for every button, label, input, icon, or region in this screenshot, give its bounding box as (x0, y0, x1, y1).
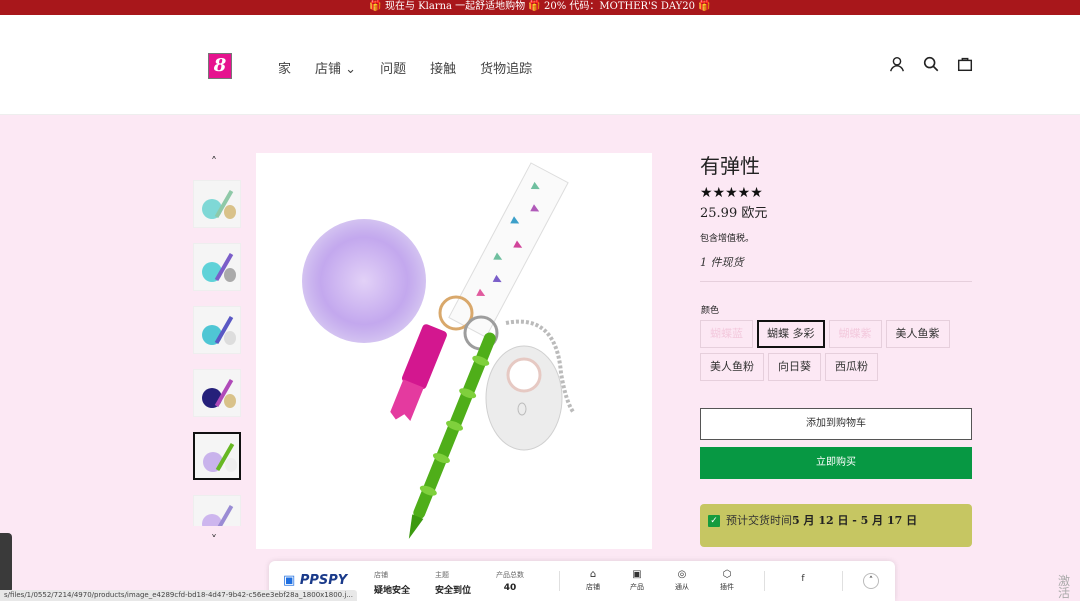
separator (764, 571, 765, 591)
color-option[interactable]: 美人鱼粉 (700, 353, 764, 381)
announcement-bar: 🎁 现在与 Klarna 一起舒适地购物 🎁 20% 代码：MOTHER'S D… (0, 0, 1080, 15)
ppspy-logo[interactable]: ▣ PPSPY (283, 573, 347, 588)
store-logo[interactable]: 8 (208, 53, 232, 79)
nav-home[interactable]: 家 (278, 58, 291, 77)
rating-stars[interactable]: ★★★★★ (700, 185, 972, 201)
activation-watermark: 激活转到 (1058, 575, 1080, 601)
thumbnail[interactable] (193, 369, 241, 417)
ppspy-toolbar: ▣ PPSPY 店铺 疑地安全 主题 安全到位 产品总数 40 ⌂ 店铺 ▣ 产品 ◎ 通从… (269, 561, 895, 601)
stat-value: 安全到位 (435, 586, 472, 596)
facebook-icon[interactable]: f (788, 574, 818, 584)
tax-note: 包含增值税。 (700, 234, 755, 244)
gallery-down-button[interactable]: ˅ (211, 533, 217, 547)
separator (559, 571, 560, 591)
thumbnail[interactable] (193, 243, 241, 291)
tool-label: 插件 (720, 583, 734, 591)
ppspy-stat-products: 产品总数 40 (496, 570, 524, 593)
keychain-illustration (302, 162, 576, 539)
stat-value: 40 (503, 583, 517, 593)
header-icons (888, 55, 974, 73)
nav-shop[interactable]: 店铺 ⌄ (315, 58, 356, 77)
ppspy-tool-products[interactable]: ▣ 产品 (622, 569, 652, 592)
color-option[interactable]: 蝴蝶蓝 (700, 320, 753, 348)
product-price: 25.99 欧元 (700, 206, 768, 221)
browser-status-url: s/files/1/0552/7214/4970/products/image_… (0, 590, 357, 601)
collapse-button[interactable]: ˄ (863, 573, 879, 589)
color-label: 颜色 (701, 306, 720, 316)
ppspy-tool-traffic[interactable]: ◎ 通从 (667, 569, 697, 592)
watermark-line1: 激活 (1058, 574, 1071, 600)
thumbnail[interactable] (193, 180, 241, 228)
ppspy-stat-theme: 主题 安全到位 (435, 570, 471, 596)
nav-tracking[interactable]: 货物追踪 (480, 58, 532, 77)
account-icon[interactable] (888, 55, 906, 73)
main-product-image[interactable] (256, 153, 652, 549)
ppspy-stat-store: 店铺 疑地安全 (374, 570, 410, 596)
bag-icon: ▣ (632, 569, 642, 580)
chevron-down-icon: ⌄ (345, 62, 357, 77)
tool-label: 产品 (630, 583, 644, 591)
thumbnail[interactable] (193, 306, 241, 354)
thumbnail-active[interactable] (193, 432, 241, 480)
stat-value: 疑地安全 (374, 586, 411, 596)
nav-shop-label: 店铺 (315, 62, 342, 77)
buy-now-button[interactable]: 立即购买 (700, 447, 972, 479)
tool-label: 通从 (675, 583, 689, 591)
delivery-prefix: 预计交货时间 (726, 514, 792, 527)
thumbnail-list (193, 180, 243, 526)
divider (700, 281, 972, 282)
nav-contact[interactable]: 接触 (430, 58, 456, 77)
ppspy-tool-store[interactable]: ⌂ 店铺 (578, 569, 608, 592)
thumbnail[interactable] (193, 495, 241, 526)
separator (842, 571, 843, 591)
stock-status: 1 件现货 (700, 256, 744, 269)
color-option[interactable]: 蝴蝶紫 (828, 320, 882, 348)
color-option[interactable]: 美人鱼紫 (885, 320, 950, 348)
search-icon[interactable] (922, 55, 940, 73)
color-option-selected[interactable]: 蝴蝶 多彩 (757, 320, 825, 348)
stat-label: 产品总数 (496, 571, 524, 579)
tool-label: 店铺 (586, 583, 600, 591)
stat-label: 店铺 (374, 571, 388, 579)
checkbox-icon: ✓ (708, 515, 720, 527)
home-icon: ⌂ (589, 569, 597, 580)
color-option[interactable]: 向日葵 (768, 353, 821, 381)
cart-icon[interactable] (956, 55, 974, 73)
delivery-dates: 5 月 12 日 - 5 月 17 日 (792, 514, 918, 527)
color-options: 蝴蝶蓝 蝴蝶 多彩 蝴蝶紫 美人鱼紫 美人鱼粉 向日葵 西瓜粉 (700, 320, 972, 381)
side-drawer-handle[interactable] (0, 533, 12, 593)
product-title: 有弹性 (700, 154, 760, 178)
add-to-cart-button[interactable]: 添加到购物车 (700, 408, 972, 440)
stat-label: 主题 (435, 571, 449, 579)
main-nav: 家 店铺 ⌄ 问题 接触 货物追踪 (278, 58, 532, 77)
gallery-up-button[interactable]: ˄ (211, 155, 217, 169)
nav-faq[interactable]: 问题 (380, 58, 406, 77)
delivery-estimate: ✓ 预计交货时间5 月 12 日 - 5 月 17 日 (700, 504, 972, 547)
plugin-icon: ⬡ (722, 569, 732, 580)
site-header: 8 家 店铺 ⌄ 问题 接触 货物追踪 (0, 15, 1080, 115)
ppspy-logo-icon: ▣ (283, 573, 296, 588)
traffic-icon: ◎ (677, 569, 687, 580)
ppspy-tool-plugins[interactable]: ⬡ 插件 (712, 569, 742, 592)
product-info: 有弹性 ★★★★★ 25.99 欧元 包含增值税。 1 件现货 (700, 150, 972, 270)
ppspy-brand-text: PPSPY (299, 573, 348, 588)
color-option[interactable]: 西瓜粉 (825, 353, 878, 381)
